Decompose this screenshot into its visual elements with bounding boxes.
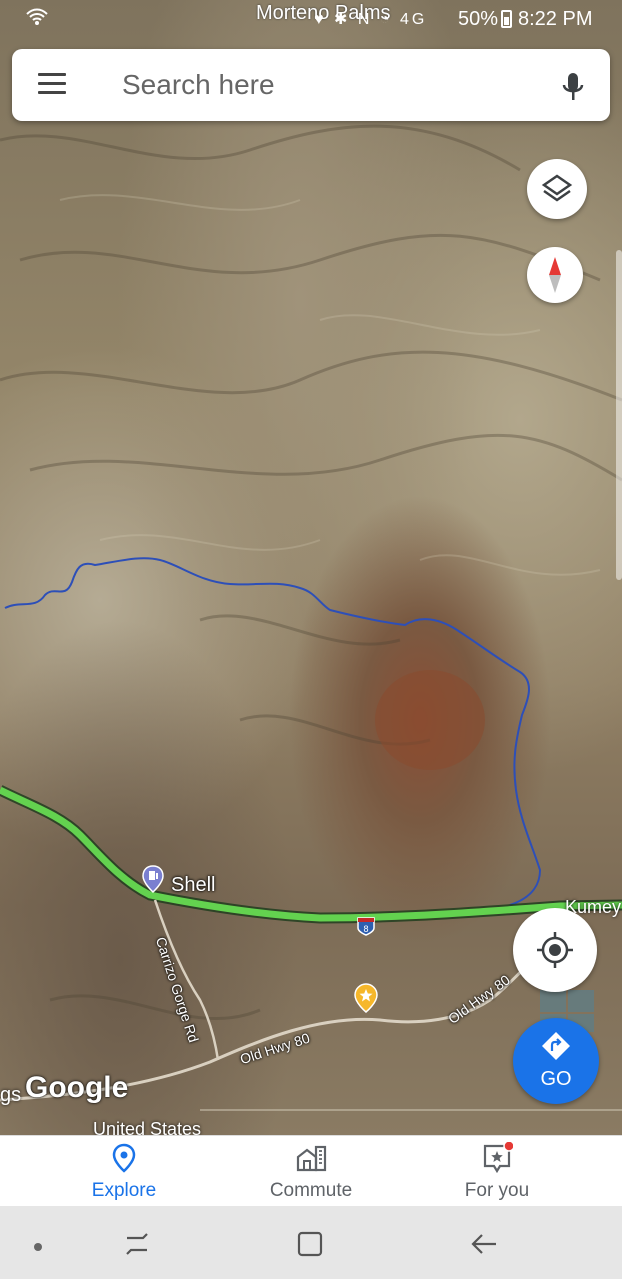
interstate-number: 8 xyxy=(363,924,368,934)
bluetooth-icon: ✱ xyxy=(333,11,351,28)
tab-for-you[interactable]: For you xyxy=(407,1136,587,1207)
directions-icon xyxy=(542,1032,570,1060)
search-bar[interactable]: Search here xyxy=(12,49,610,121)
location-pin-icon xyxy=(112,1143,136,1173)
country-label: United States xyxy=(93,1119,202,1135)
clock: 8:22 PM xyxy=(518,8,593,30)
back-icon[interactable] xyxy=(468,1228,500,1260)
my-location-button[interactable] xyxy=(513,908,597,992)
crosshair-icon xyxy=(537,932,573,968)
tab-explore-label: Explore xyxy=(91,1180,157,1201)
compass-icon xyxy=(549,257,561,293)
wifi-icon xyxy=(26,8,48,25)
battery-icon xyxy=(501,10,512,28)
compass-button[interactable] xyxy=(527,247,583,303)
gas-station-label[interactable]: Shell xyxy=(171,874,215,897)
google-logo: Google xyxy=(25,1071,129,1104)
tab-commute[interactable]: Commute xyxy=(221,1136,401,1207)
nav-dot-indicator xyxy=(34,1243,42,1251)
status-bar: Morteno Palms ♥ ✱ N ◔ 4G 50% 8:22 PM xyxy=(0,0,622,36)
scroll-indicator xyxy=(616,250,622,580)
interstate-shield-icon: 8 xyxy=(357,917,375,936)
tab-for-you-label: For you xyxy=(464,1180,530,1201)
gas-station-pin-icon[interactable] xyxy=(142,865,164,893)
location-status-icon: ♥ xyxy=(314,11,327,28)
menu-button[interactable] xyxy=(38,73,68,97)
system-navigation-bar xyxy=(0,1206,622,1279)
place-label-fragment-left: gs xyxy=(0,1084,22,1106)
for-you-icon xyxy=(483,1142,513,1174)
commute-icon xyxy=(296,1145,327,1172)
starred-place-pin-icon[interactable] xyxy=(354,983,378,1013)
recent-apps-icon[interactable] xyxy=(121,1228,153,1260)
microphone-icon[interactable] xyxy=(560,71,586,105)
search-input[interactable]: Search here xyxy=(122,69,275,101)
battery-percent: 50% xyxy=(458,8,499,30)
nfc-icon: N xyxy=(357,11,373,28)
notification-dot xyxy=(503,1142,513,1152)
layers-button[interactable] xyxy=(527,159,587,219)
home-icon[interactable] xyxy=(294,1228,326,1260)
network-type: 4G xyxy=(399,11,428,28)
go-label: GO xyxy=(540,1068,572,1090)
alarm-icon: ◔ xyxy=(379,11,393,28)
status-icons: ♥ ✱ N ◔ 4G xyxy=(314,9,427,29)
tab-explore[interactable]: Explore xyxy=(34,1136,214,1207)
go-directions-button[interactable]: GO xyxy=(513,1018,599,1104)
bottom-navigation: Explore Commute For you xyxy=(0,1135,622,1207)
layers-icon xyxy=(541,174,573,202)
tab-commute-label: Commute xyxy=(269,1180,353,1201)
